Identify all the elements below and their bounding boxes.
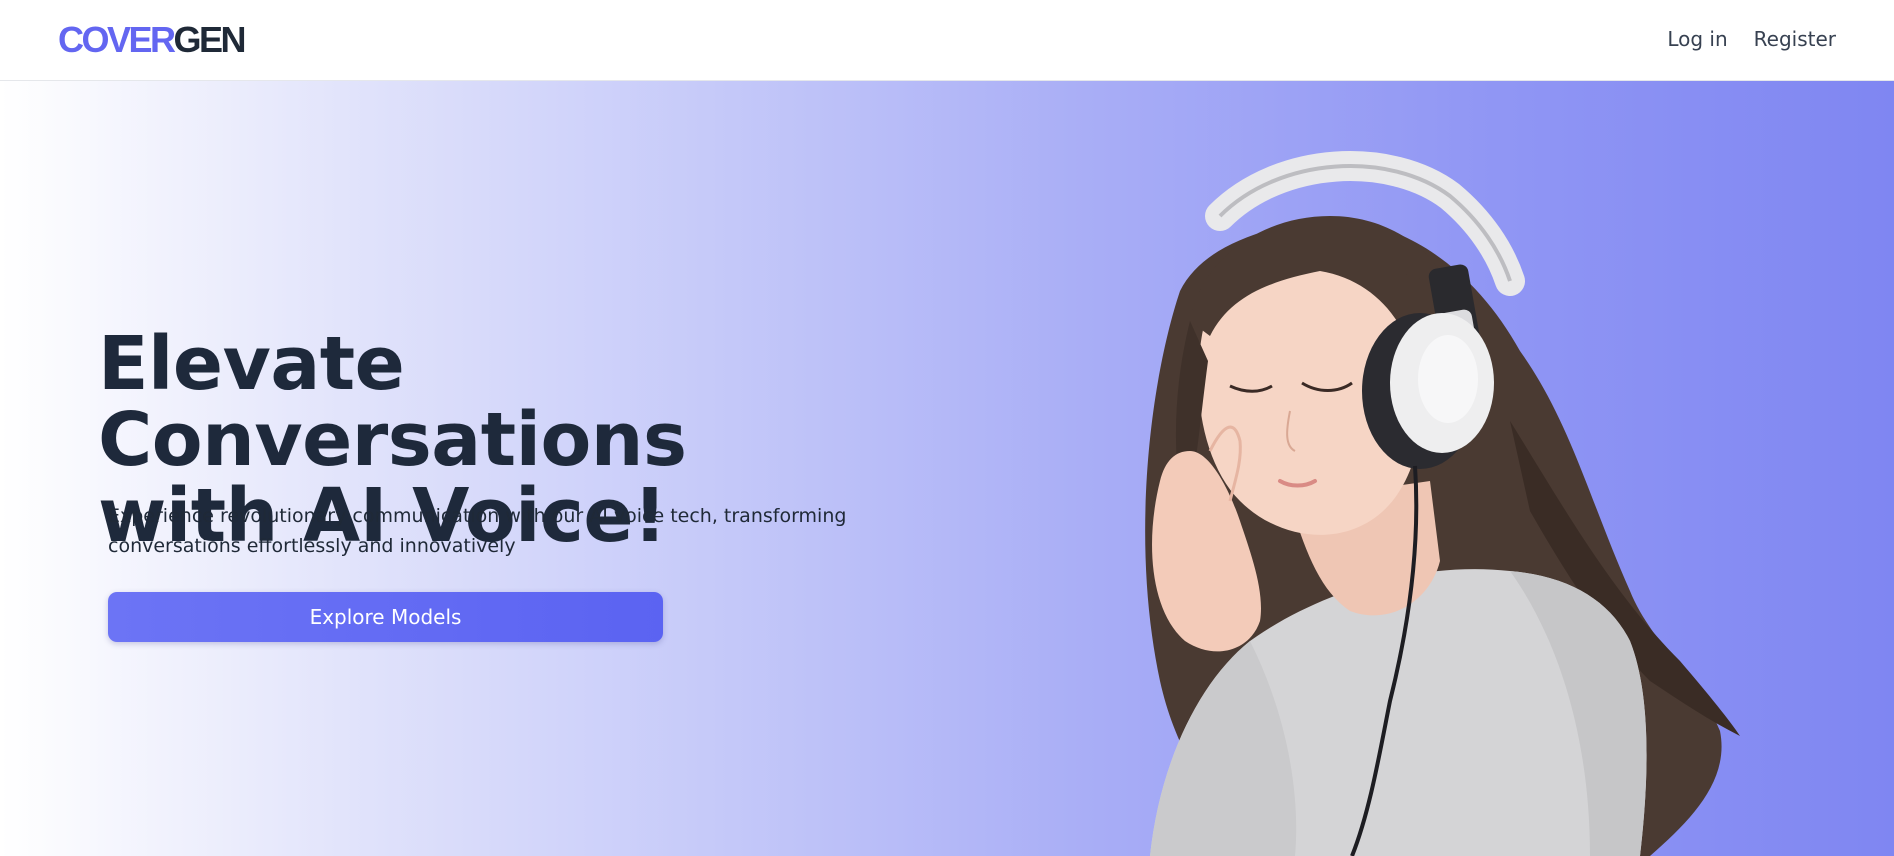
hero-illustration (1090, 121, 1750, 856)
top-navigation-bar: COVERGEN Log in Register (0, 0, 1894, 81)
covergen-logo[interactable]: COVERGEN (58, 19, 247, 60)
girl-with-headphones-illustration (1145, 151, 1740, 856)
auth-nav: Log in Register (1667, 24, 1836, 54)
register-link[interactable]: Register (1754, 24, 1836, 54)
logo-text-cover: COVER (58, 19, 176, 60)
login-link[interactable]: Log in (1667, 24, 1727, 54)
description-line-2: conversations effortlessly and innovativ… (108, 535, 516, 557)
hero-section: Elevate Conversations with AI Voice! Exp… (0, 81, 1894, 856)
logo-text-gen: GEN (173, 19, 247, 60)
hero-description: Experience revolutionary communication w… (108, 501, 848, 561)
explore-models-button[interactable]: Explore Models (108, 592, 663, 642)
headline-line-1: Elevate Conversations (98, 321, 687, 483)
description-line-1: Experience revolutionary communication w… (108, 505, 847, 527)
